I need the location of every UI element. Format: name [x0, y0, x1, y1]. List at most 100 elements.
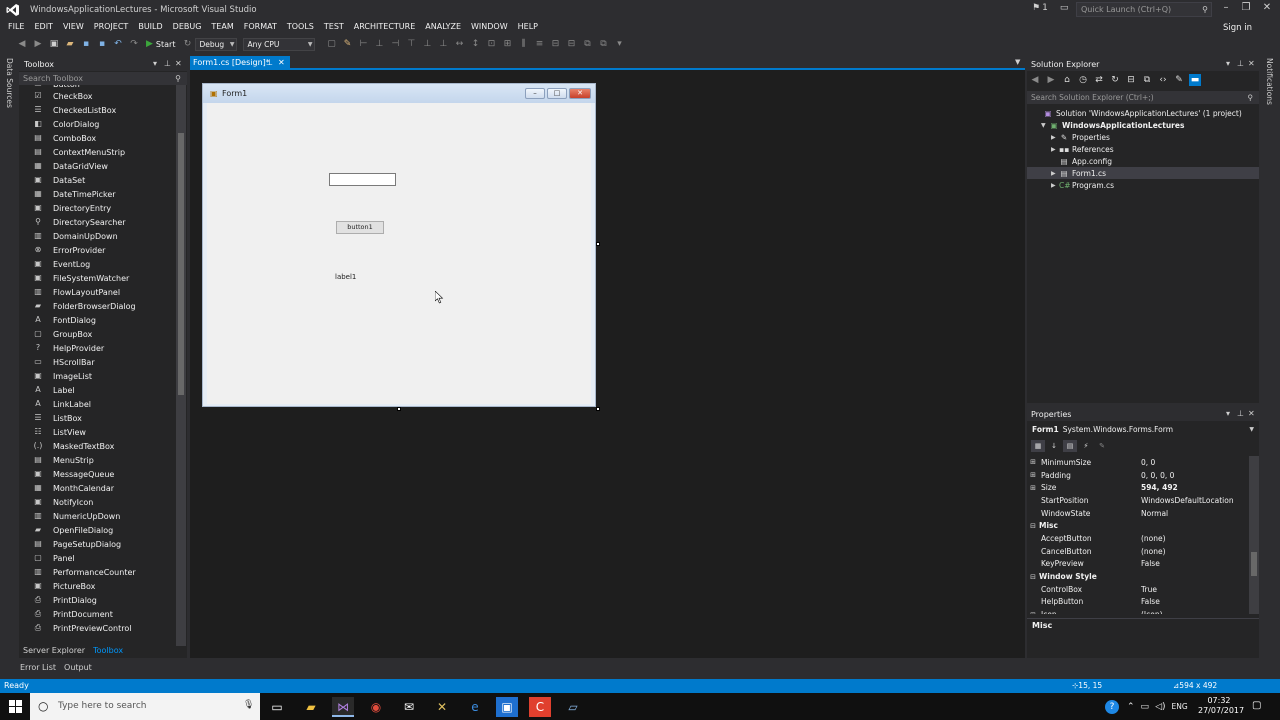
tree-item[interactable]: ▼ ▣ WindowsApplicationLectures	[1027, 119, 1259, 131]
mail-icon[interactable]: ✉	[398, 697, 420, 717]
menu-window[interactable]: WINDOW	[466, 20, 513, 34]
refresh-icon[interactable]: ↻	[1109, 74, 1121, 86]
property-row[interactable]: WindowState Normal	[1027, 507, 1249, 520]
toolbox-item-directoryentry[interactable]: ▣ DirectoryEntry	[19, 201, 176, 215]
form1-client-area[interactable]: button1 label1	[207, 103, 591, 404]
active-files-dropdown-icon[interactable]: ▼	[1015, 58, 1020, 66]
make-same-size-icon[interactable]: ⊡	[485, 38, 497, 50]
red-app-icon[interactable]: C	[529, 697, 551, 717]
property-value[interactable]: (none)	[1141, 547, 1166, 556]
language-indicator[interactable]: ENG	[1172, 702, 1188, 711]
textbox1[interactable]	[329, 173, 396, 186]
bring-to-front-icon[interactable]: ⧉	[581, 38, 593, 50]
property-value[interactable]: (none)	[1141, 534, 1166, 543]
toolbox-item-hscrollbar[interactable]: ▭ HScrollBar	[19, 355, 176, 369]
toolbox-item-contextmenustrip[interactable]: ▤ ContextMenuStrip	[19, 145, 176, 159]
toolbox-item-imagelist[interactable]: ▣ ImageList	[19, 369, 176, 383]
document-tab-form1-design[interactable]: Form1.cs [Design]* ⊥ ✕	[190, 56, 290, 69]
show-all-files-icon[interactable]: ⧉	[1141, 74, 1153, 86]
redo-icon[interactable]: ↷	[128, 38, 140, 50]
configuration-dropdown[interactable]: Debug ▼	[195, 37, 238, 51]
toolbox-item-panel[interactable]: ▢ Panel	[19, 551, 176, 565]
toolbox-item-linklabel[interactable]: A LinkLabel	[19, 397, 176, 411]
toolbox-item-performancecounter[interactable]: ▥ PerformanceCounter	[19, 565, 176, 579]
property-row[interactable]: AcceptButton (none)	[1027, 532, 1249, 545]
property-value[interactable]: Normal	[1141, 509, 1168, 518]
property-row[interactable]: ⊞ Padding 0, 0, 0, 0	[1027, 469, 1249, 482]
property-row[interactable]: CancelButton (none)	[1027, 545, 1249, 558]
horizontal-spacing-icon[interactable]: ⫼	[517, 38, 529, 50]
notifications-tab[interactable]: Notifications	[1265, 58, 1274, 105]
tree-item[interactable]: ▶ ✎ Properties	[1027, 131, 1259, 143]
property-value[interactable]: False	[1141, 597, 1160, 606]
toolbox-item-listview[interactable]: ☷ ListView	[19, 425, 176, 439]
pin-icon[interactable]: ⊥	[164, 59, 171, 68]
toolbox-item-monthcalendar[interactable]: ▦ MonthCalendar	[19, 481, 176, 495]
property-row[interactable]: HelpButton False	[1027, 596, 1249, 609]
expand-right-icon[interactable]: ▶	[1051, 134, 1059, 141]
expand-right-icon[interactable]: ▶	[1051, 146, 1059, 153]
toolbox-item-maskedtextbox[interactable]: (.) MaskedTextBox	[19, 439, 176, 453]
home-icon[interactable]: ⌂	[1061, 74, 1073, 86]
sign-in-link[interactable]: Sign in	[1223, 23, 1252, 33]
make-same-width-icon[interactable]: ↔	[453, 38, 465, 50]
visual-studio-taskbar-icon[interactable]: ⋈	[332, 697, 354, 717]
toolbox-tab[interactable]: Toolbox	[89, 646, 127, 655]
menu-debug[interactable]: DEBUG	[168, 20, 207, 34]
undo-icon[interactable]: ↶	[112, 38, 124, 50]
make-same-height-icon[interactable]: ↕	[469, 38, 481, 50]
show-hidden-icons-icon[interactable]: ⌃	[1127, 702, 1135, 712]
toolbox-item-menustrip[interactable]: ▤ MenuStrip	[19, 453, 176, 467]
save-all-icon[interactable]: ▪	[96, 38, 108, 50]
align-tops-icon[interactable]: ⊤	[405, 38, 417, 50]
align-rights-icon[interactable]: ⊣	[389, 38, 401, 50]
start-button[interactable]: ▶ Start	[146, 39, 175, 49]
preview-selected-icon[interactable]: ▬	[1189, 74, 1201, 86]
button1[interactable]: button1	[336, 221, 384, 234]
property-value[interactable]: 594, 492	[1141, 483, 1178, 492]
panel-menu-icon[interactable]: ▾	[1226, 409, 1230, 418]
data-sources-tab[interactable]: Data Sources	[5, 58, 14, 108]
toolbox-item-helpprovider[interactable]: ? HelpProvider	[19, 341, 176, 355]
expand-down-icon[interactable]: ▼	[1041, 122, 1049, 129]
toolbox-item-notifyicon[interactable]: ▣ NotifyIcon	[19, 495, 176, 509]
collapse-icon[interactable]: ⊟	[1027, 522, 1039, 530]
toolbar-overflow-icon[interactable]: ▾	[613, 38, 625, 50]
save-icon[interactable]: ▪	[80, 38, 92, 50]
menu-test[interactable]: TEST	[319, 20, 349, 34]
align-middles-icon[interactable]: ⊥	[421, 38, 433, 50]
solution-config-icon[interactable]: ✎	[341, 38, 353, 50]
sync-icon[interactable]: ⇄	[1093, 74, 1105, 86]
tools-icon[interactable]: ✕	[431, 697, 453, 717]
properties-wrench-icon[interactable]: ✎	[1173, 74, 1185, 86]
center-vertically-icon[interactable]: ⊟	[565, 38, 577, 50]
close-button[interactable]: ✕	[1257, 2, 1277, 16]
forward-icon[interactable]: ▶	[1045, 74, 1057, 86]
property-value[interactable]: True	[1141, 585, 1157, 594]
toolbox-item-openfiledialog[interactable]: ▰ OpenFileDialog	[19, 523, 176, 537]
menu-team[interactable]: TEAM	[206, 20, 238, 34]
close-icon[interactable]: ✕	[278, 56, 285, 69]
expand-right-icon[interactable]: ▶	[1051, 170, 1059, 177]
toolbox-item-colordialog[interactable]: ◧ ColorDialog	[19, 117, 176, 131]
expand-icon[interactable]: ⊞	[1027, 484, 1039, 492]
restore-button[interactable]: ❐	[1236, 2, 1256, 16]
menu-project[interactable]: PROJECT	[89, 20, 134, 34]
tree-item[interactable]: ▤ App.config	[1027, 155, 1259, 167]
menu-build[interactable]: BUILD	[133, 20, 167, 34]
toolbox-item-fontdialog[interactable]: A FontDialog	[19, 313, 176, 327]
align-lefts-icon[interactable]: ⊢	[357, 38, 369, 50]
windows-start-icon[interactable]	[9, 700, 22, 713]
toolbox-item-printdocument[interactable]: ⎙ PrintDocument	[19, 607, 176, 621]
tree-item[interactable]: ▶ ▤ Form1.cs	[1027, 167, 1259, 179]
error-list-tab[interactable]: Error List	[16, 663, 60, 672]
close-icon[interactable]: ✕	[1248, 59, 1255, 68]
menu-file[interactable]: FILE	[0, 20, 29, 34]
property-row[interactable]: ⊞Icon(Icon)	[1027, 608, 1249, 614]
open-file-icon[interactable]: ▰	[64, 38, 76, 50]
panel-menu-icon[interactable]: ▾	[153, 59, 157, 68]
property-value[interactable]: 0, 0	[1141, 458, 1155, 467]
property-value[interactable]: (Icon)	[1141, 610, 1163, 614]
toolbox-scrollbar[interactable]	[176, 85, 186, 646]
expand-right-icon[interactable]: ▶	[1051, 182, 1059, 189]
